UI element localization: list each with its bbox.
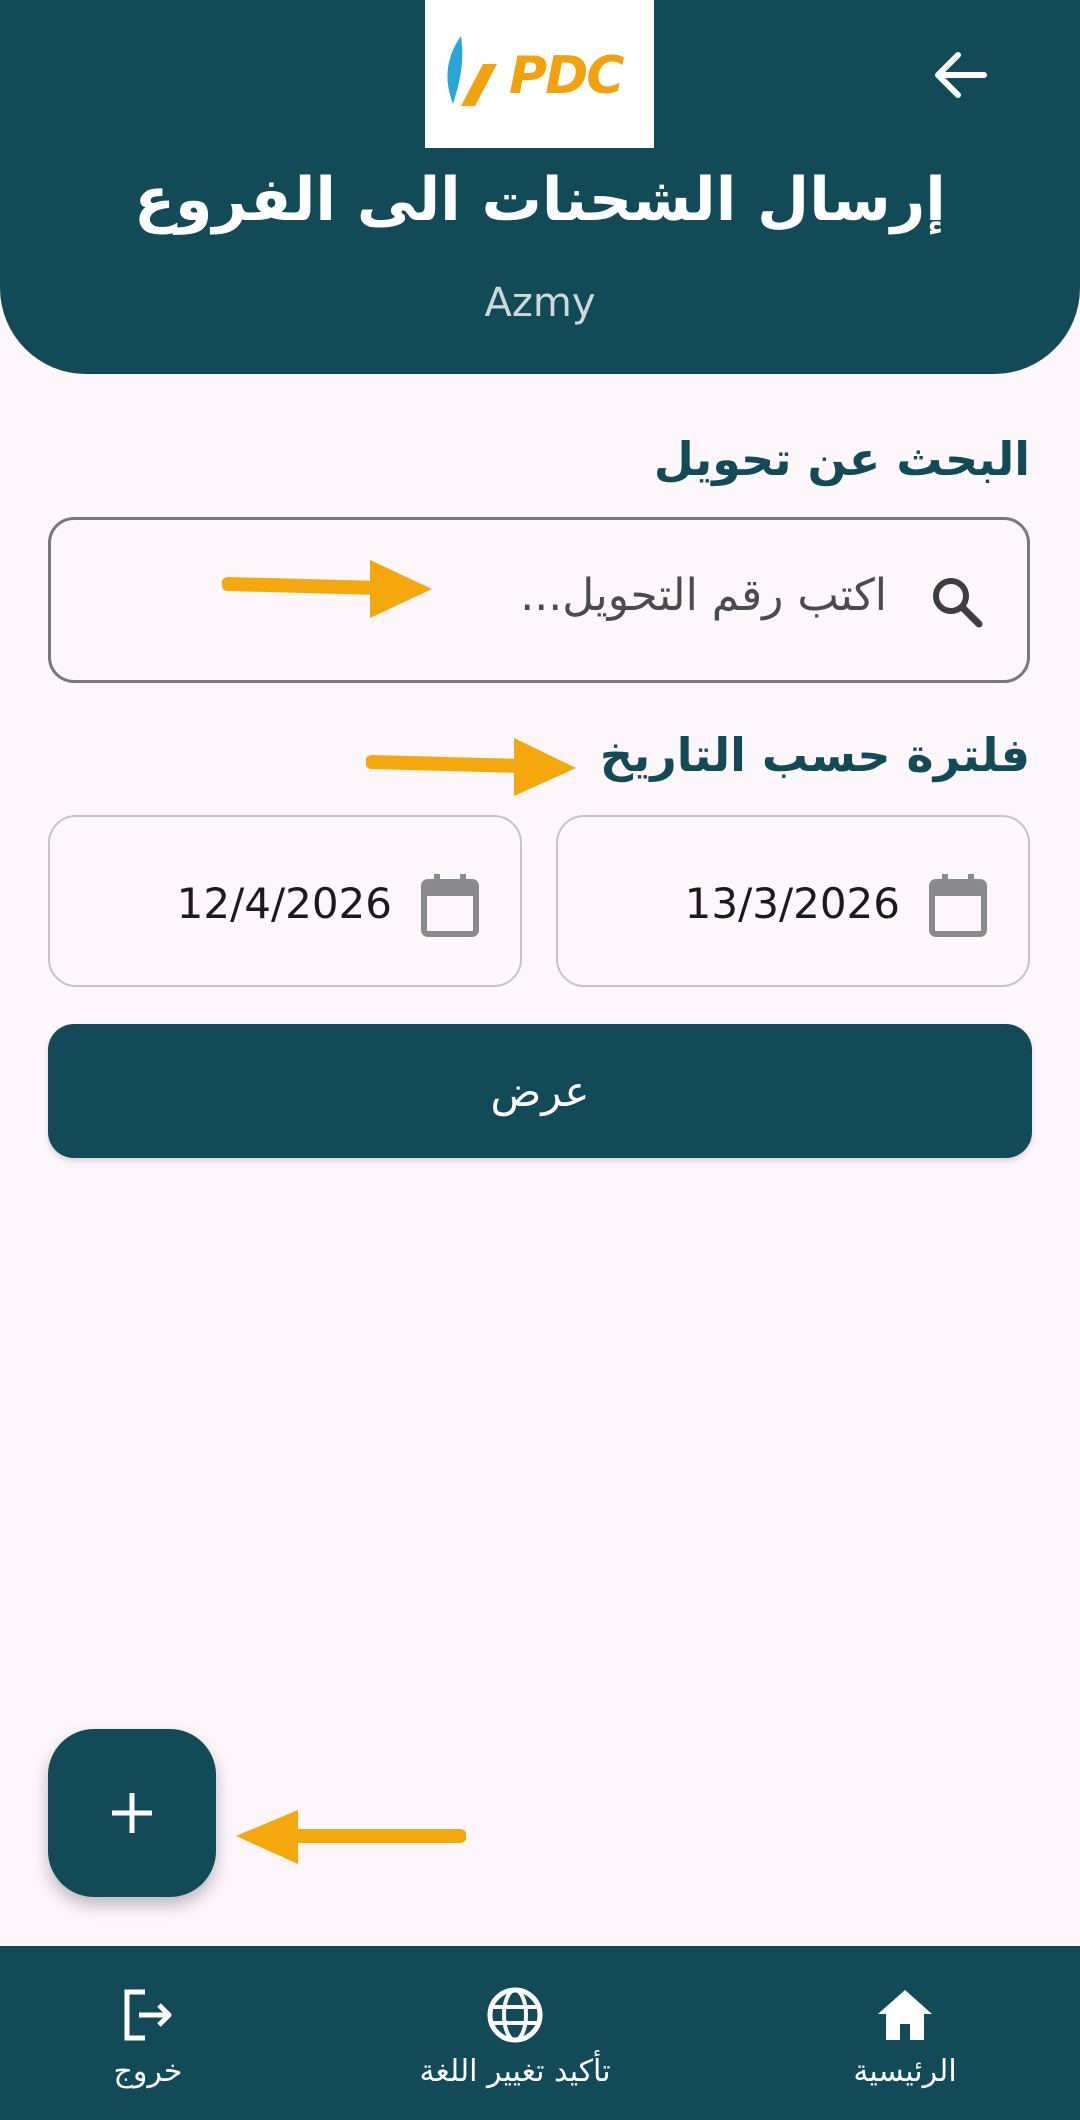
- nav-item-home[interactable]: الرئيسية: [800, 1946, 1010, 2120]
- page-title: إرسال الشحنات الى الفروع: [134, 165, 946, 235]
- logout-icon: [124, 1989, 172, 2041]
- nav-item-logout[interactable]: خروج: [78, 1946, 218, 2120]
- date-filter-title: فلترة حسب التاريخ: [599, 728, 1030, 782]
- nav-label-logout: خروج: [113, 2054, 183, 2089]
- arrow-left-icon: [935, 52, 987, 98]
- date-to-value: 12/4/2026: [176, 879, 392, 928]
- date-to-field[interactable]: 12/4/2026: [48, 815, 522, 987]
- date-from-field[interactable]: 13/3/2026: [556, 815, 1030, 987]
- calendar-icon: [421, 874, 479, 937]
- globe-icon: [487, 1987, 543, 2043]
- logo-leaf-icon: [447, 36, 497, 106]
- user-name: Azmy: [484, 280, 596, 326]
- annotation-arrow-icon: [366, 738, 576, 796]
- search-icon: [933, 578, 983, 628]
- add-shipment-button[interactable]: [48, 1729, 216, 1897]
- nav-label-language: تأكيد تغيير اللغة: [419, 2054, 611, 2089]
- search-section-title: البحث عن تحويل: [653, 432, 1030, 486]
- bottom-navigation: الرئيسية تأكيد تغيير اللغة خروج: [0, 1946, 1080, 2120]
- annotation-arrow-icon: [236, 1810, 466, 1864]
- search-placeholder: اكتب رقم التحويل...: [520, 570, 887, 621]
- date-from-value: 13/3/2026: [684, 879, 900, 928]
- pdc-logo: PDC: [425, 0, 654, 148]
- search-input[interactable]: اكتب رقم التحويل...: [48, 517, 1030, 683]
- show-button[interactable]: عرض: [48, 1024, 1032, 1158]
- nav-item-language[interactable]: تأكيد تغيير اللغة: [380, 1946, 650, 2120]
- nav-label-home: الرئيسية: [853, 2054, 957, 2089]
- app-header: PDC إرسال الشحنات الى الفروع Azmy: [0, 0, 1080, 374]
- calendar-icon: [929, 874, 987, 937]
- logo-text: PDC: [509, 46, 624, 106]
- home-icon: [878, 1990, 932, 2040]
- annotation-arrow-icon: [222, 560, 432, 618]
- plus-icon: [112, 1793, 152, 1833]
- back-button[interactable]: [920, 35, 1000, 115]
